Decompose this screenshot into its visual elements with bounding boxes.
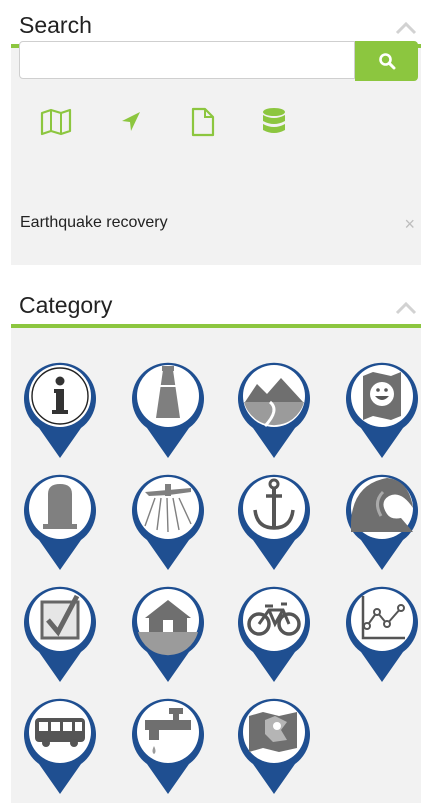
active-layer-label: Earthquake recovery: [20, 214, 168, 231]
search-input[interactable]: [19, 41, 355, 79]
wave-icon[interactable]: [343, 462, 421, 572]
water-tap-icon[interactable]: [129, 686, 207, 796]
lighthouse-icon[interactable]: [129, 350, 207, 460]
aircraft-spraying-icon[interactable]: [129, 462, 207, 572]
search-panel: Search Earthquake recovery ×: [11, 10, 421, 265]
smiley-map-icon[interactable]: [343, 350, 421, 460]
map-icon[interactable]: [39, 107, 73, 137]
locate-arrow-icon[interactable]: [118, 109, 144, 135]
landscape-road-icon[interactable]: [235, 350, 313, 460]
close-icon[interactable]: ×: [404, 214, 415, 235]
chevron-up-icon[interactable]: [395, 21, 417, 35]
tool-icons: [39, 107, 339, 141]
chevron-up-icon[interactable]: [395, 301, 417, 315]
database-icon[interactable]: [261, 107, 287, 139]
category-panel: Category: [11, 290, 421, 803]
search-button[interactable]: [355, 41, 418, 81]
document-icon[interactable]: [190, 107, 216, 137]
magnifier-icon: [378, 53, 395, 70]
category-panel-header[interactable]: Category: [11, 290, 421, 328]
checkbox-icon[interactable]: [21, 574, 99, 684]
house-icon[interactable]: [129, 574, 207, 684]
bus-icon[interactable]: [21, 686, 99, 796]
gravestone-icon[interactable]: [21, 462, 99, 572]
active-layer-chip: Earthquake recovery ×: [20, 214, 415, 238]
anchor-icon[interactable]: [235, 462, 313, 572]
bicycle-icon[interactable]: [235, 574, 313, 684]
category-panel-title: Category: [19, 292, 113, 318]
line-graph-icon[interactable]: [343, 574, 421, 684]
search-row: [19, 41, 418, 81]
info-icon[interactable]: [21, 350, 99, 460]
search-panel-title: Search: [19, 12, 92, 38]
folded-map-icon[interactable]: [235, 686, 313, 796]
